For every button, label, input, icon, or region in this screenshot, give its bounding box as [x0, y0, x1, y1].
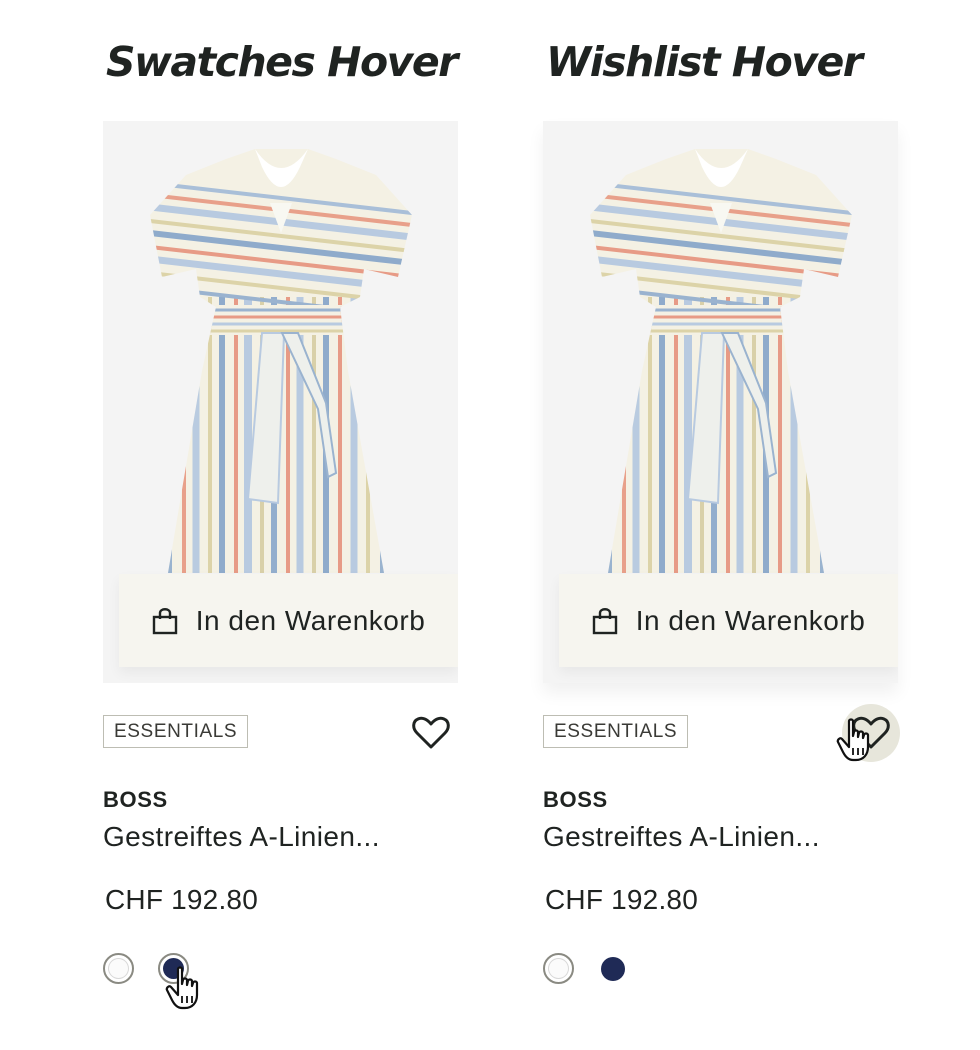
product-price: CHF 192.80: [105, 884, 258, 915]
swatch-white[interactable]: [543, 953, 574, 984]
essentials-badge: ESSENTIALS: [543, 715, 689, 748]
product-card-image[interactable]: In den Warenkorb: [543, 121, 898, 683]
add-to-cart-label: In den Warenkorb: [195, 604, 426, 636]
product-column-wishlist-hover: Wishlist Hover In den Warenkorb ESSENTIA…: [543, 0, 900, 1050]
product-price: CHF 192.80: [545, 884, 698, 915]
shopping-bag-icon: [592, 607, 617, 634]
wishlist-button[interactable]: [842, 704, 900, 762]
add-to-cart-label: In den Warenkorb: [635, 604, 866, 636]
product-name[interactable]: Gestreiftes A-Linien...: [103, 821, 380, 853]
section-heading: Swatches Hover: [106, 38, 458, 86]
product-brand: BOSS: [543, 787, 608, 812]
add-to-cart-button[interactable]: In den Warenkorb: [559, 574, 898, 667]
product-image[interactable]: [150, 147, 412, 573]
product-card-image[interactable]: In den Warenkorb: [103, 121, 458, 683]
heart-icon: [412, 716, 450, 749]
product-image[interactable]: [590, 147, 852, 573]
add-to-cart-button[interactable]: In den Warenkorb: [119, 574, 458, 667]
product-brand: BOSS: [103, 787, 168, 812]
essentials-badge: ESSENTIALS: [103, 715, 249, 748]
swatch-navy[interactable]: [158, 953, 189, 984]
swatch-navy[interactable]: [601, 957, 625, 981]
wishlist-button[interactable]: [402, 704, 460, 762]
heart-icon: [852, 716, 890, 749]
shopping-bag-icon: [152, 607, 177, 634]
swatch-white[interactable]: [103, 953, 134, 984]
section-heading: Wishlist Hover: [546, 38, 863, 86]
product-name[interactable]: Gestreiftes A-Linien...: [543, 821, 820, 853]
product-column-swatches-hover: Swatches Hover In den Warenkorb ESSENTIA…: [103, 0, 459, 1050]
